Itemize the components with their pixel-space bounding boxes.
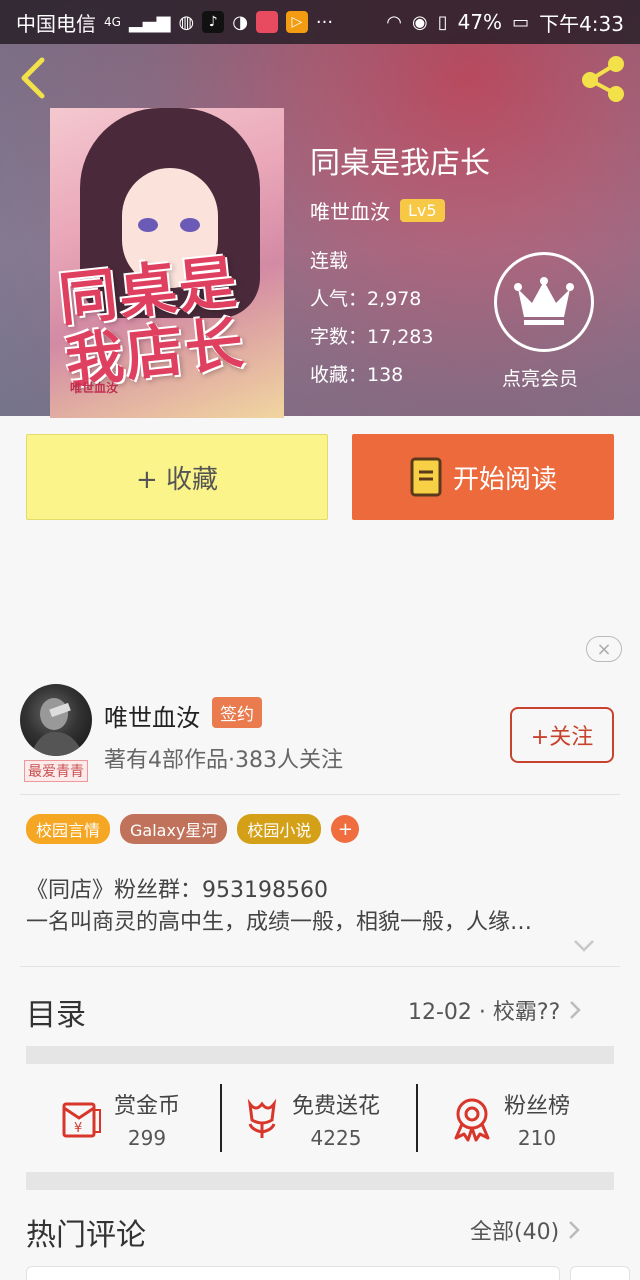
author-avatar[interactable]	[20, 684, 92, 756]
divider	[20, 794, 620, 795]
vibrate-icon: ▯	[437, 11, 448, 33]
latest-chapter-label: 12-02 · 校霸??	[408, 1000, 561, 1025]
description-summary: 一名叫商灵的高中生，成绩一般，相貌一般，人缘…	[26, 910, 533, 935]
signed-badge: 签约	[212, 697, 262, 728]
book-author-row: 唯世血汝 Lv5	[310, 196, 445, 225]
book-word-count: 字数：17,283	[310, 326, 434, 348]
reward-coins-button[interactable]: ¥ 赏金币 299	[58, 1084, 180, 1154]
start-reading-button[interactable]: 开始阅读	[352, 434, 614, 520]
book-author-name[interactable]: 唯世血汝	[310, 196, 390, 225]
reward-count: 299	[127, 1126, 167, 1150]
level-badge: Lv5	[400, 199, 445, 222]
reward-label: 赏金币	[114, 1094, 181, 1119]
headphone-icon: ◠	[386, 11, 402, 33]
battery-icon: ▭	[512, 11, 530, 33]
share-icon	[582, 56, 624, 102]
book-title: 同桌是我店长	[310, 146, 490, 181]
fan-ranking-button[interactable]: 粉丝榜 210	[450, 1084, 570, 1154]
collect-button[interactable]: + 收藏	[26, 434, 328, 520]
back-arrow-icon	[21, 57, 45, 99]
chevron-right-icon	[570, 1001, 582, 1019]
clock: 下午4:33	[539, 11, 624, 36]
cover-art-eye	[138, 218, 158, 232]
comment-card[interactable]	[570, 1266, 630, 1280]
flower-icon	[247, 1098, 277, 1138]
more-icon: ···	[315, 11, 334, 33]
fans-label: 粉丝榜	[504, 1094, 571, 1119]
eye-icon: ◉	[411, 11, 428, 33]
book-cover[interactable]: 同桌是我店长 唯世血汝	[50, 108, 284, 418]
tiktok-icon: ♪	[202, 11, 225, 33]
flower-count: 4225	[310, 1126, 362, 1150]
chevron-right-icon	[569, 1221, 580, 1239]
divider	[220, 1084, 222, 1152]
signal-icon: ▂▄▆	[128, 11, 171, 33]
author-name[interactable]: 唯世血汝	[104, 698, 200, 733]
app-icon	[255, 11, 278, 33]
divider	[20, 966, 620, 967]
book-popularity: 人气：2,978	[310, 288, 422, 310]
tag-list: 校园言情 Galaxy星河 校园小说 +	[26, 814, 360, 844]
avatar-figure	[30, 698, 84, 756]
vip-button[interactable]	[494, 252, 594, 352]
cover-author-art: 唯世血汝	[70, 381, 119, 395]
carrier-label: 中国电信	[16, 11, 96, 36]
comment-card[interactable]	[26, 1266, 560, 1280]
toc-title[interactable]: 目录	[26, 990, 86, 1034]
flower-label: 免费送花	[292, 1094, 381, 1119]
tag-item[interactable]: 校园言情	[26, 814, 111, 844]
toc-latest-chapter[interactable]: 12-02 · 校霸??	[408, 994, 582, 1026]
author-stats: 著有4部作品·383人关注	[104, 748, 343, 773]
back-button[interactable]	[14, 54, 54, 102]
cover-title-art: 同桌是我店长	[55, 247, 249, 396]
tag-item[interactable]: 校园小说	[237, 814, 322, 844]
vip-label[interactable]: 点亮会员	[502, 364, 578, 391]
description-fan-group: 《同店》粉丝群：953198560	[26, 878, 328, 903]
hot-comments-title: 热门评论	[26, 1218, 146, 1253]
tag-item[interactable]: Galaxy星河	[120, 814, 228, 844]
close-icon: ×	[596, 638, 612, 660]
send-flower-button[interactable]: 免费送花 4225	[242, 1084, 380, 1154]
share-button[interactable]	[578, 54, 630, 104]
chevron-down-icon	[574, 940, 594, 952]
section-separator	[26, 1046, 614, 1064]
cover-art-eye	[180, 218, 200, 232]
book-icon	[410, 457, 442, 497]
wechat-icon: ◑	[232, 11, 248, 33]
battery-percent: 47%	[457, 10, 503, 34]
status-bar: 中国电信 4G ▂▄▆ ◍ ♪ ◑ ▷ ··· ◠ ◉ ▯ 47% ▭ 下午4:…	[0, 0, 640, 44]
avatar-tag: 最爱青青	[24, 760, 88, 782]
fans-count: 210	[517, 1126, 557, 1150]
divider	[416, 1084, 418, 1152]
svg-text:¥: ¥	[74, 1121, 82, 1136]
network-icon: 4G	[104, 15, 121, 29]
red-envelope-icon: ¥	[62, 1102, 101, 1138]
expand-description-button[interactable]	[572, 938, 596, 954]
medal-icon	[454, 1098, 490, 1142]
video-app-icon: ▷	[285, 11, 308, 33]
section-separator	[26, 1172, 614, 1190]
all-comments-link[interactable]: 全部(40)	[470, 1214, 581, 1246]
book-favorites: 收藏：138	[310, 364, 404, 386]
crown-icon	[514, 277, 574, 325]
add-tag-button[interactable]: +	[331, 815, 360, 843]
start-reading-label: 开始阅读	[452, 464, 557, 495]
book-status: 连载	[310, 250, 349, 272]
all-comments-label: 全部(40)	[470, 1220, 560, 1245]
close-ad-button[interactable]: ×	[586, 636, 622, 662]
follow-button[interactable]: +关注	[510, 707, 614, 763]
globe-icon: ◍	[178, 11, 195, 33]
